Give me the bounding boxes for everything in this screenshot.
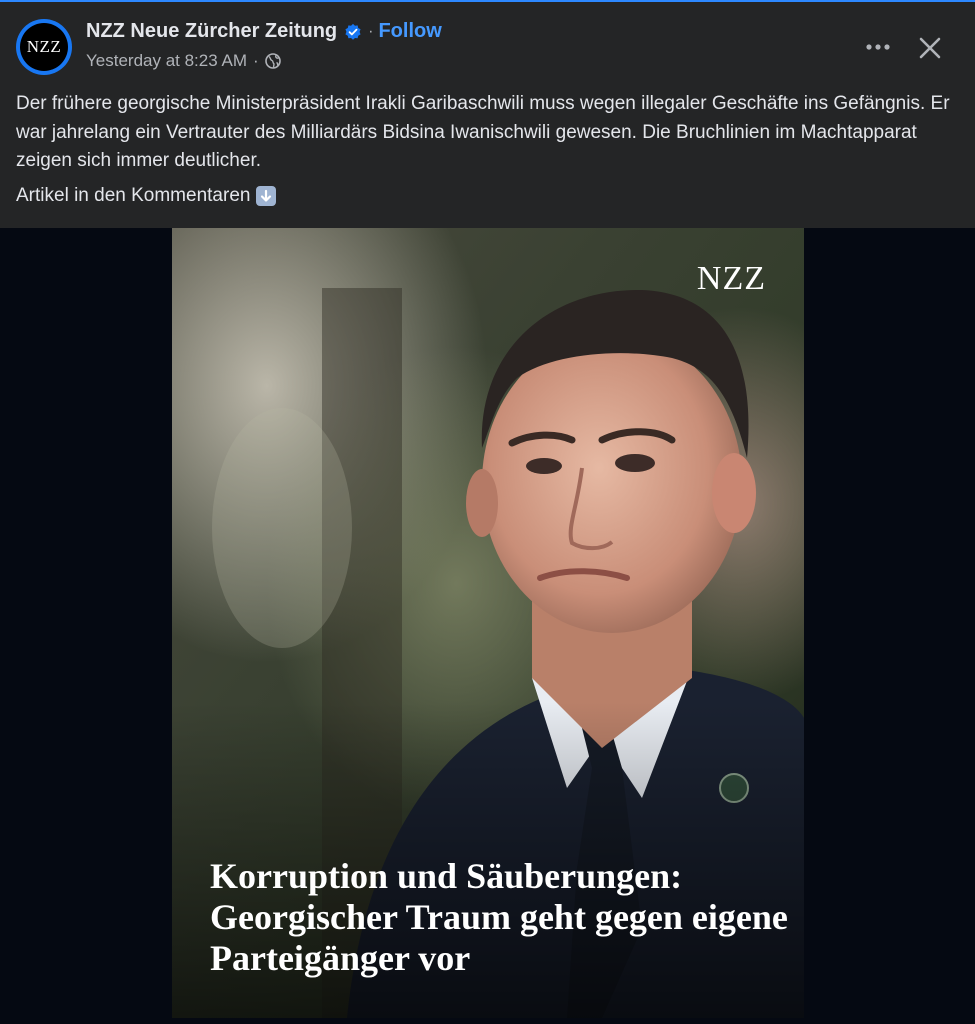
- globe-icon: [264, 53, 281, 69]
- verified-badge-icon: [345, 23, 361, 40]
- brand-watermark: NZZ: [696, 260, 766, 297]
- post-card: NZZ NZZ Neue Zürcher Zeitung · Follow Ye…: [0, 2, 975, 228]
- separator-dot: ·: [368, 22, 374, 40]
- post-cta-line: Artikel in den Kommentaren: [16, 185, 277, 207]
- more-options-button[interactable]: [858, 30, 898, 64]
- post-meta: Yesterday at 8:23 AM ·: [86, 51, 281, 71]
- avatar-logo: NZZ: [20, 23, 68, 71]
- post-body-text: Der frühere georgische Ministerpräsident…: [16, 93, 950, 171]
- feed-background-strip: [0, 1018, 975, 1024]
- follow-button[interactable]: Follow: [378, 20, 441, 43]
- post-timestamp[interactable]: Yesterday at 8:23 AM: [86, 51, 247, 71]
- image-headline: Korruption und Säuberungen: Georgischer …: [210, 856, 788, 978]
- more-horizontal-icon: [866, 44, 890, 50]
- close-icon: [919, 37, 941, 59]
- page-name-link[interactable]: NZZ Neue Zürcher Zeitung: [86, 20, 337, 43]
- cta-text: Artikel in den Kommentaren: [16, 185, 251, 206]
- name-row: NZZ Neue Zürcher Zeitung · Follow: [86, 20, 442, 43]
- page-avatar[interactable]: NZZ: [16, 19, 72, 75]
- meta-separator: ·: [252, 51, 259, 70]
- close-button[interactable]: [910, 28, 950, 68]
- post-header: NZZ NZZ Neue Zürcher Zeitung · Follow Ye…: [16, 18, 956, 78]
- post-image[interactable]: NZZ Korruption und Säuberungen: Georgisc…: [172, 228, 804, 1018]
- down-arrow-emoji-icon: [256, 186, 277, 206]
